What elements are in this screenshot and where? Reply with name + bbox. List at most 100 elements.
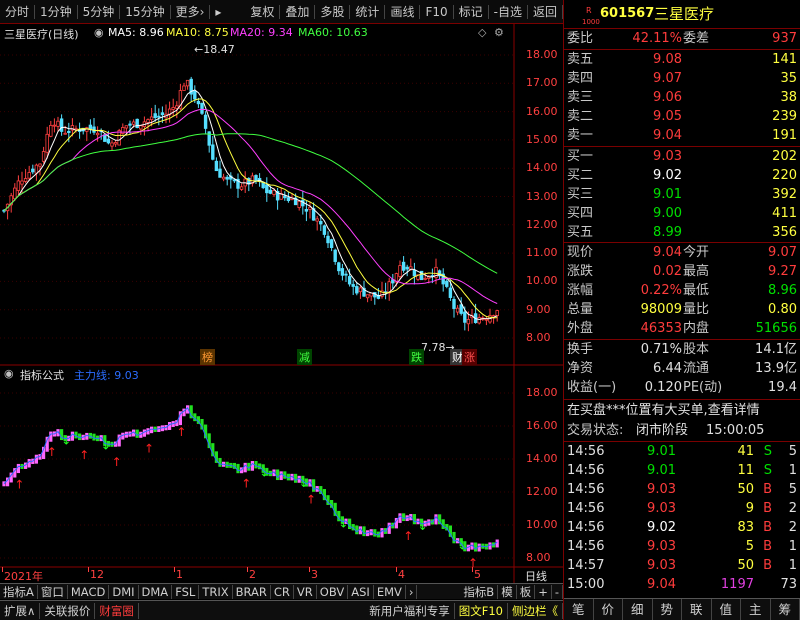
- candle-body: [49, 124, 53, 137]
- tab-board[interactable]: 板: [517, 584, 536, 599]
- sidebar-toggle-button[interactable]: 侧边栏《: [508, 602, 563, 619]
- tab-trix[interactable]: TRIX: [199, 584, 233, 599]
- f10-graphic-button[interactable]: 图文F10: [455, 602, 508, 619]
- candle-body: [455, 307, 460, 313]
- tab-macd[interactable]: MACD: [68, 584, 110, 599]
- tab-dmi[interactable]: DMI: [109, 584, 139, 599]
- ask-level-row: 卖二 9.05 239: [567, 109, 797, 124]
- tab-fsl[interactable]: FSL: [172, 584, 200, 599]
- indicator-bar: [16, 463, 20, 474]
- tab-price-dist[interactable]: 价: [594, 599, 623, 620]
- fundamental-row: 换手 0.71% 股本 14.1亿: [567, 342, 797, 357]
- chart-type-icon[interactable]: ▸: [210, 5, 226, 19]
- candle-body: [297, 200, 301, 208]
- tab-ticks[interactable]: 笔: [564, 599, 594, 620]
- toolbar-btn-f10[interactable]: F10: [420, 4, 454, 19]
- tab-obv[interactable]: OBV: [317, 584, 349, 599]
- related-quotes-button[interactable]: 关联报价: [40, 602, 96, 619]
- indicator-toggle-icon[interactable]: ◉: [4, 367, 14, 380]
- tab-emv[interactable]: EMV: [374, 584, 406, 599]
- toolbar-btn-mark[interactable]: 标记: [454, 4, 489, 19]
- tab-cr[interactable]: CR: [271, 584, 294, 599]
- tab-linked[interactable]: 联: [682, 599, 712, 620]
- y-tick-label: 12.00: [526, 217, 558, 231]
- tab-brar[interactable]: BRAR: [233, 584, 271, 599]
- tick-row: 14:56 9.03 9 B 2: [567, 501, 797, 516]
- date-tick-mark: [2, 567, 3, 572]
- toolbar-btn-overlay[interactable]: 叠加: [280, 4, 316, 19]
- tab-chips[interactable]: 筹: [771, 599, 800, 620]
- ma-toggle-icon[interactable]: ◉: [94, 26, 104, 39]
- expand-button[interactable]: 扩展∧: [0, 602, 41, 619]
- candlestick-chart[interactable]: ↑↑↓↑↓↑↑↑↑↓↓↑↓↑↓↓↑: [0, 24, 563, 584]
- event-marker-rise[interactable]: 涨: [462, 349, 477, 365]
- new-user-benefit-link[interactable]: 新用户福利专享: [365, 602, 455, 619]
- candle-body: [59, 118, 64, 132]
- tab-trend[interactable]: 势: [653, 599, 682, 620]
- candle-body: [340, 268, 345, 276]
- indicator-bar: [380, 528, 384, 538]
- toolbar-btn-5min[interactable]: 5分钟: [78, 4, 121, 19]
- wealth-circle-button[interactable]: 财富圈: [95, 602, 139, 619]
- candle-body: [333, 249, 337, 262]
- toolbar-btn-watchlist[interactable]: -自选: [489, 4, 528, 19]
- buy-signal-arrow-icon: ↑: [47, 445, 57, 459]
- candle-body: [268, 189, 273, 194]
- tabs-scroll-right-icon[interactable]: ›: [406, 584, 418, 599]
- candle-body: [218, 168, 222, 178]
- add-window-button[interactable]: +: [535, 584, 552, 599]
- toolbar-btn-multi-stock[interactable]: 多股: [315, 4, 351, 19]
- ask-level-row: 卖三 9.06 38: [567, 90, 797, 105]
- tab-value[interactable]: 值: [712, 599, 741, 620]
- y-tick-label: 17.00: [526, 76, 558, 90]
- candle-body: [56, 120, 60, 127]
- toolbar-btn-1min[interactable]: 1分钟: [35, 4, 78, 19]
- tab-template[interactable]: 模: [498, 584, 517, 599]
- remove-window-button[interactable]: -: [552, 584, 563, 599]
- tab-indicator-a[interactable]: 指标A: [0, 584, 38, 599]
- toolbar-btn-more[interactable]: 更多›: [171, 4, 211, 19]
- candle-body: [20, 180, 24, 185]
- toolbar-btn-statistics[interactable]: 统计: [350, 4, 386, 19]
- tab-window[interactable]: 窗口: [38, 584, 68, 599]
- tab-asi[interactable]: ASI: [348, 584, 374, 599]
- indicator-bar: [70, 431, 74, 441]
- ask-level-row: 卖五 9.08 141: [567, 52, 797, 67]
- bid-level-row: 买三 9.01 392: [567, 187, 797, 202]
- toolbar-btn-restore-rights[interactable]: 复权: [245, 4, 281, 19]
- indicator-bar: [452, 531, 456, 544]
- candle-body: [304, 209, 309, 212]
- toolbar-btn-intraday[interactable]: 分时: [0, 4, 36, 19]
- stock-code: 601567: [600, 6, 655, 21]
- toolbar-btn-draw-line[interactable]: 画线: [385, 4, 421, 19]
- toolbar-btn-back[interactable]: 返回: [528, 4, 563, 19]
- candle-body: [477, 317, 481, 324]
- event-marker-fall[interactable]: 跌: [409, 349, 424, 365]
- indicator-bar: [463, 541, 467, 552]
- tab-vr[interactable]: VR: [294, 584, 317, 599]
- chart-area[interactable]: ↑ ↑ ↓ ↑ ↓ ↑ ↑ ↑ ↑ ↓ ↓ ↑ ↓ ↑ ↓ ↓ ↑ 三星医疗(日线) ◉ MA5: 8.96 M…: [0, 24, 563, 598]
- tab-indicator-b[interactable]: 指标B: [460, 584, 499, 599]
- toolbar-btn-15min[interactable]: 15分钟: [120, 4, 171, 19]
- diamond-icon[interactable]: ◇: [478, 26, 486, 39]
- big-order-notice[interactable]: 在买盘***位置有大买单,查看详情: [564, 401, 800, 420]
- candle-body: [214, 160, 219, 172]
- bid-level-row: 买一 9.03 202: [567, 149, 797, 164]
- candle-body: [232, 179, 237, 182]
- candle-body: [344, 273, 348, 276]
- candle-body: [283, 195, 287, 199]
- indicator-bar: [434, 514, 438, 525]
- buy-signal-arrow-icon: ↑: [403, 529, 413, 543]
- tab-main-force[interactable]: 主: [741, 599, 771, 620]
- period-unit-label[interactable]: 日线: [525, 568, 547, 584]
- tab-dma[interactable]: DMA: [139, 584, 173, 599]
- candle-body: [171, 107, 175, 110]
- event-marker-reduce[interactable]: 减: [297, 349, 312, 365]
- y-tick-label: 14.00: [526, 161, 558, 175]
- event-marker-list[interactable]: 榜: [200, 349, 215, 365]
- ma20-label: MA20: 9.34: [230, 26, 293, 39]
- candle-body: [221, 176, 226, 180]
- tab-detail[interactable]: 细: [623, 599, 653, 620]
- candle-body: [329, 239, 334, 249]
- settings-icon[interactable]: ⚙: [494, 26, 504, 39]
